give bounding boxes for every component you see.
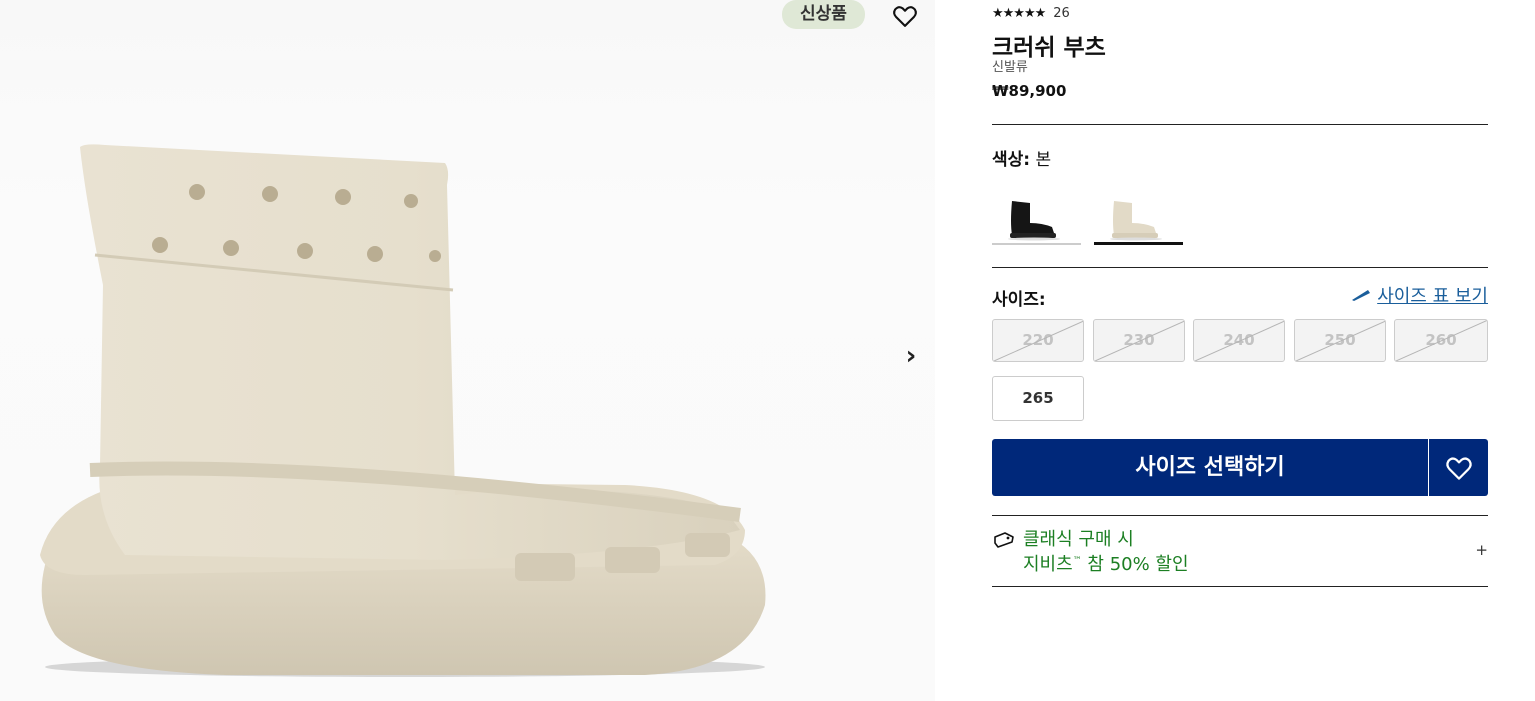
sold-out-slash — [1094, 320, 1184, 361]
black-boot-thumbnail — [1008, 201, 1060, 241]
product-price: ₩89,900 — [992, 82, 1067, 100]
heart-outline-icon — [893, 6, 917, 27]
promo-text-line1: 클래식 구매 시 — [1023, 529, 1134, 550]
size-option-250[interactable]: 250 — [1294, 319, 1386, 362]
trademark: ™ — [1072, 556, 1082, 566]
size-option-265[interactable]: 265 — [992, 376, 1084, 421]
color-label-title: 색상: — [992, 150, 1031, 170]
promo-discount: 참 50% 할인 — [1081, 554, 1189, 575]
divider — [992, 267, 1488, 268]
rating[interactable]: ★★★★★ 26 — [992, 6, 1070, 21]
color-value: 본 — [1035, 150, 1052, 170]
size-chart-label: 사이즈 표 보기 — [1377, 286, 1488, 307]
product-category: 신발류 — [992, 60, 1028, 75]
promo-brand: 지비츠 — [1023, 554, 1073, 575]
ruler-icon — [1352, 290, 1371, 301]
chevron-right-icon: › — [905, 341, 917, 371]
star-rating-icon: ★★★★★ — [992, 6, 1046, 21]
color-swatch-bone[interactable] — [1094, 193, 1183, 245]
size-option-240[interactable]: 240 — [1193, 319, 1285, 362]
promo-text-line2: 지비츠™ 참 50% 할인 — [1023, 550, 1189, 576]
size-label: 사이즈: — [992, 290, 1046, 310]
bone-boot-thumbnail — [1110, 201, 1162, 241]
sold-out-slash — [1194, 320, 1284, 361]
size-option-230[interactable]: 230 — [1093, 319, 1185, 362]
size-option-260[interactable]: 260 — [1394, 319, 1488, 362]
color-swatch-black[interactable] — [992, 193, 1081, 245]
next-image-button[interactable]: › — [897, 340, 925, 372]
size-chart-link[interactable]: 사이즈 표 보기 — [1351, 282, 1488, 308]
heart-outline-icon — [1446, 457, 1472, 480]
promo-accordion[interactable]: 클래식 구매 시 지비츠™ 참 50% 할인 + — [992, 525, 1488, 577]
swatch-indicator — [992, 243, 1081, 245]
add-to-wishlist-button[interactable] — [1429, 439, 1488, 496]
expand-icon: + — [1475, 541, 1488, 559]
product-gallery: 신상품 › — [0, 0, 935, 701]
divider — [992, 586, 1488, 587]
product-image — [40, 144, 766, 677]
tag-icon — [994, 532, 1014, 548]
new-product-badge: 신상품 — [782, 0, 865, 29]
divider — [992, 515, 1488, 516]
color-label: 색상: 본 — [992, 145, 1051, 170]
rating-count: 26 — [1053, 6, 1070, 21]
swatch-indicator-selected — [1094, 242, 1183, 245]
select-size-button[interactable]: 사이즈 선택하기 — [992, 439, 1428, 496]
sold-out-slash — [993, 320, 1083, 361]
size-option-220[interactable]: 220 — [992, 319, 1084, 362]
sold-out-slash — [1395, 320, 1487, 361]
divider — [992, 124, 1488, 125]
wishlist-button[interactable] — [891, 2, 919, 30]
size-value: 265 — [1022, 389, 1054, 407]
sold-out-slash — [1295, 320, 1385, 361]
